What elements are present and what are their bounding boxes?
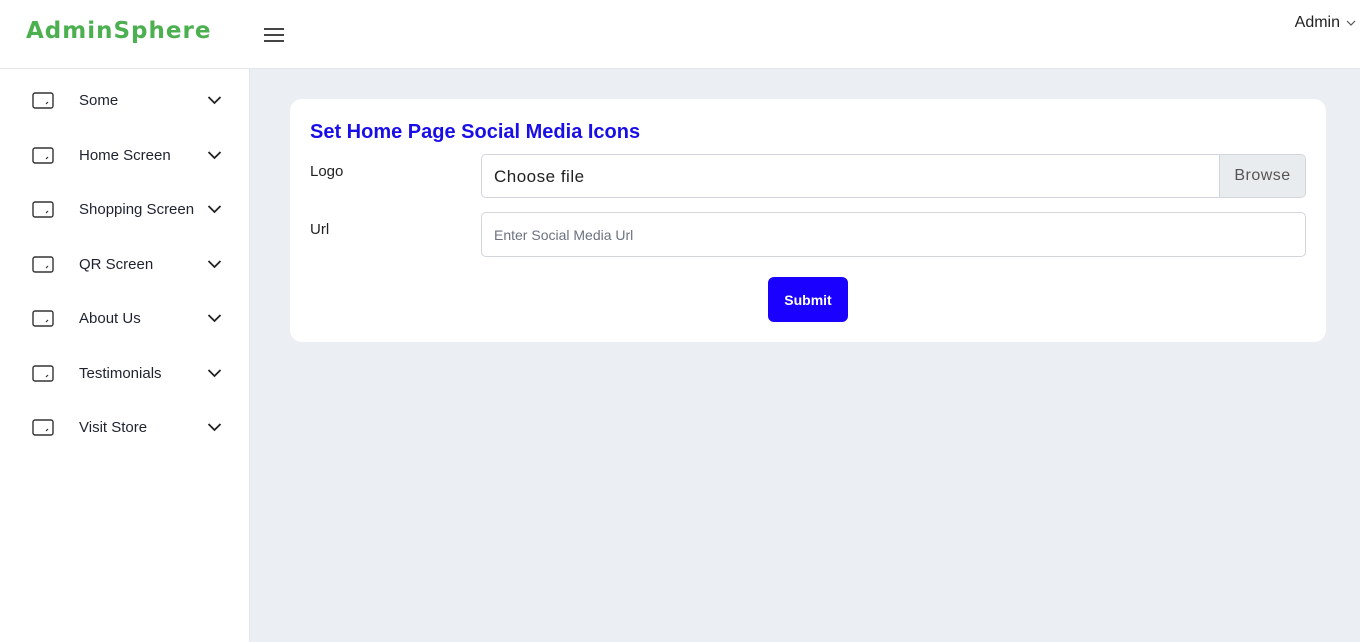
tablet-icon [32, 419, 54, 436]
chevron-down-icon [207, 96, 222, 105]
chevron-down-icon [207, 423, 222, 432]
sidebar-item-label: Home Screen [79, 147, 171, 164]
logo-file-input[interactable]: Choose file Browse [481, 154, 1306, 198]
sidebar-item-label: Some [79, 92, 119, 109]
sidebar-item-label: Visit Store [79, 419, 148, 436]
file-input-text: Choose file [494, 167, 585, 186]
tablet-icon [32, 92, 54, 109]
chevron-down-icon [207, 205, 222, 214]
tablet-icon [32, 310, 54, 327]
social-media-form-card: Set Home Page Social Media Icons Logo Ch… [290, 99, 1326, 342]
sidebar-item-label: Shopping Screen [79, 201, 195, 218]
brand-logo[interactable]: AdminSphere [26, 18, 211, 44]
url-label: Url [310, 221, 330, 238]
tablet-icon [32, 201, 54, 218]
sidebar-item-label: Testimonials [79, 365, 162, 382]
hamburger-menu-icon[interactable] [262, 24, 286, 44]
sidebar-item-qr-screen[interactable]: QR Screen [0, 245, 250, 285]
sidebar-item-label: QR Screen [79, 256, 154, 273]
browse-button[interactable]: Browse [1219, 155, 1305, 197]
sidebar-item-about-us[interactable]: About Us [0, 299, 250, 339]
sidebar-item-shopping-screen[interactable]: Shopping Screen [0, 190, 250, 230]
chevron-down-icon [207, 151, 222, 160]
user-name: Admin [1294, 14, 1340, 31]
sidebar-item-testimonials[interactable]: Testimonials [0, 354, 250, 394]
tablet-icon [32, 147, 54, 164]
logo-label: Logo [310, 163, 344, 180]
sidebar: Some Home Screen Shopping Screen QR Scre… [0, 69, 250, 642]
top-bar: AdminSphere Admin [0, 0, 1360, 69]
chevron-down-icon [207, 314, 222, 323]
chevron-down-icon [207, 369, 222, 378]
chevron-down-icon [1346, 20, 1356, 26]
tablet-icon [32, 256, 54, 273]
url-input[interactable] [481, 212, 1306, 257]
chevron-down-icon [207, 260, 222, 269]
sidebar-item-label: About Us [79, 310, 141, 327]
sidebar-item-visit-store[interactable]: Visit Store [0, 408, 250, 448]
user-menu[interactable]: Admin [1295, 14, 1356, 32]
sidebar-item-home-screen[interactable]: Home Screen [0, 136, 250, 176]
form-title: Set Home Page Social Media Icons [310, 121, 641, 143]
tablet-icon [32, 365, 54, 382]
sidebar-item-some[interactable]: Some [0, 81, 250, 121]
submit-button[interactable]: Submit [768, 277, 848, 322]
